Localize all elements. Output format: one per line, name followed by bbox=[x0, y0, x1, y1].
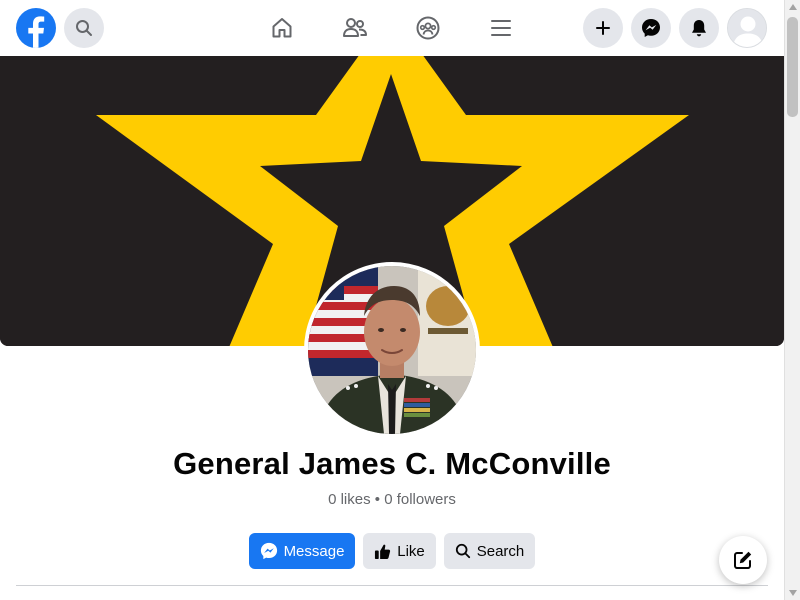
search-page-button[interactable]: Search bbox=[444, 533, 535, 569]
messenger-icon bbox=[260, 542, 277, 560]
thumbs-up-icon bbox=[375, 544, 391, 559]
profile-picture[interactable] bbox=[304, 262, 480, 438]
scroll-up-arrow-icon[interactable] bbox=[789, 4, 797, 10]
search-icon bbox=[76, 20, 92, 36]
messenger-button[interactable] bbox=[631, 8, 671, 48]
profile-photo bbox=[308, 266, 476, 434]
nav-groups[interactable] bbox=[408, 8, 448, 48]
scrollbar-thumb[interactable] bbox=[787, 17, 798, 117]
nav-menu[interactable] bbox=[481, 8, 521, 48]
search-button-label: Search bbox=[476, 542, 525, 560]
scroll-down-arrow-icon[interactable] bbox=[789, 590, 797, 596]
like-button[interactable]: Like bbox=[363, 533, 436, 569]
top-navigation-bar bbox=[0, 0, 784, 56]
section-divider bbox=[16, 585, 768, 586]
friends-icon bbox=[343, 18, 367, 37]
like-button-label: Like bbox=[397, 542, 425, 560]
new-message-button[interactable] bbox=[719, 536, 767, 584]
plus-icon bbox=[596, 21, 610, 35]
groups-icon bbox=[416, 16, 440, 40]
compose-icon bbox=[734, 551, 752, 569]
profile-stats: 0 likes • 0 followers bbox=[328, 491, 456, 508]
message-button[interactable]: Message bbox=[249, 533, 355, 569]
search-icon bbox=[455, 543, 470, 559]
nav-friends[interactable] bbox=[335, 8, 375, 48]
search-button[interactable] bbox=[64, 8, 104, 48]
page-scrollbar[interactable] bbox=[784, 0, 800, 600]
nav-home[interactable] bbox=[262, 8, 302, 48]
create-button[interactable] bbox=[583, 8, 623, 48]
notifications-button[interactable] bbox=[679, 8, 719, 48]
profile-page: General James C. McConville 0 likes • 0 … bbox=[0, 0, 800, 600]
home-icon bbox=[272, 18, 292, 38]
menu-icon bbox=[491, 20, 511, 36]
account-avatar-icon bbox=[728, 9, 766, 47]
account-avatar-button[interactable] bbox=[727, 8, 767, 48]
message-button-label: Message bbox=[283, 542, 345, 560]
facebook-logo-icon[interactable] bbox=[16, 8, 56, 48]
bell-icon bbox=[692, 20, 706, 37]
messenger-icon bbox=[642, 19, 660, 37]
profile-actions: Message Like Search bbox=[0, 533, 784, 569]
profile-name: General James C. McConville bbox=[173, 446, 611, 481]
